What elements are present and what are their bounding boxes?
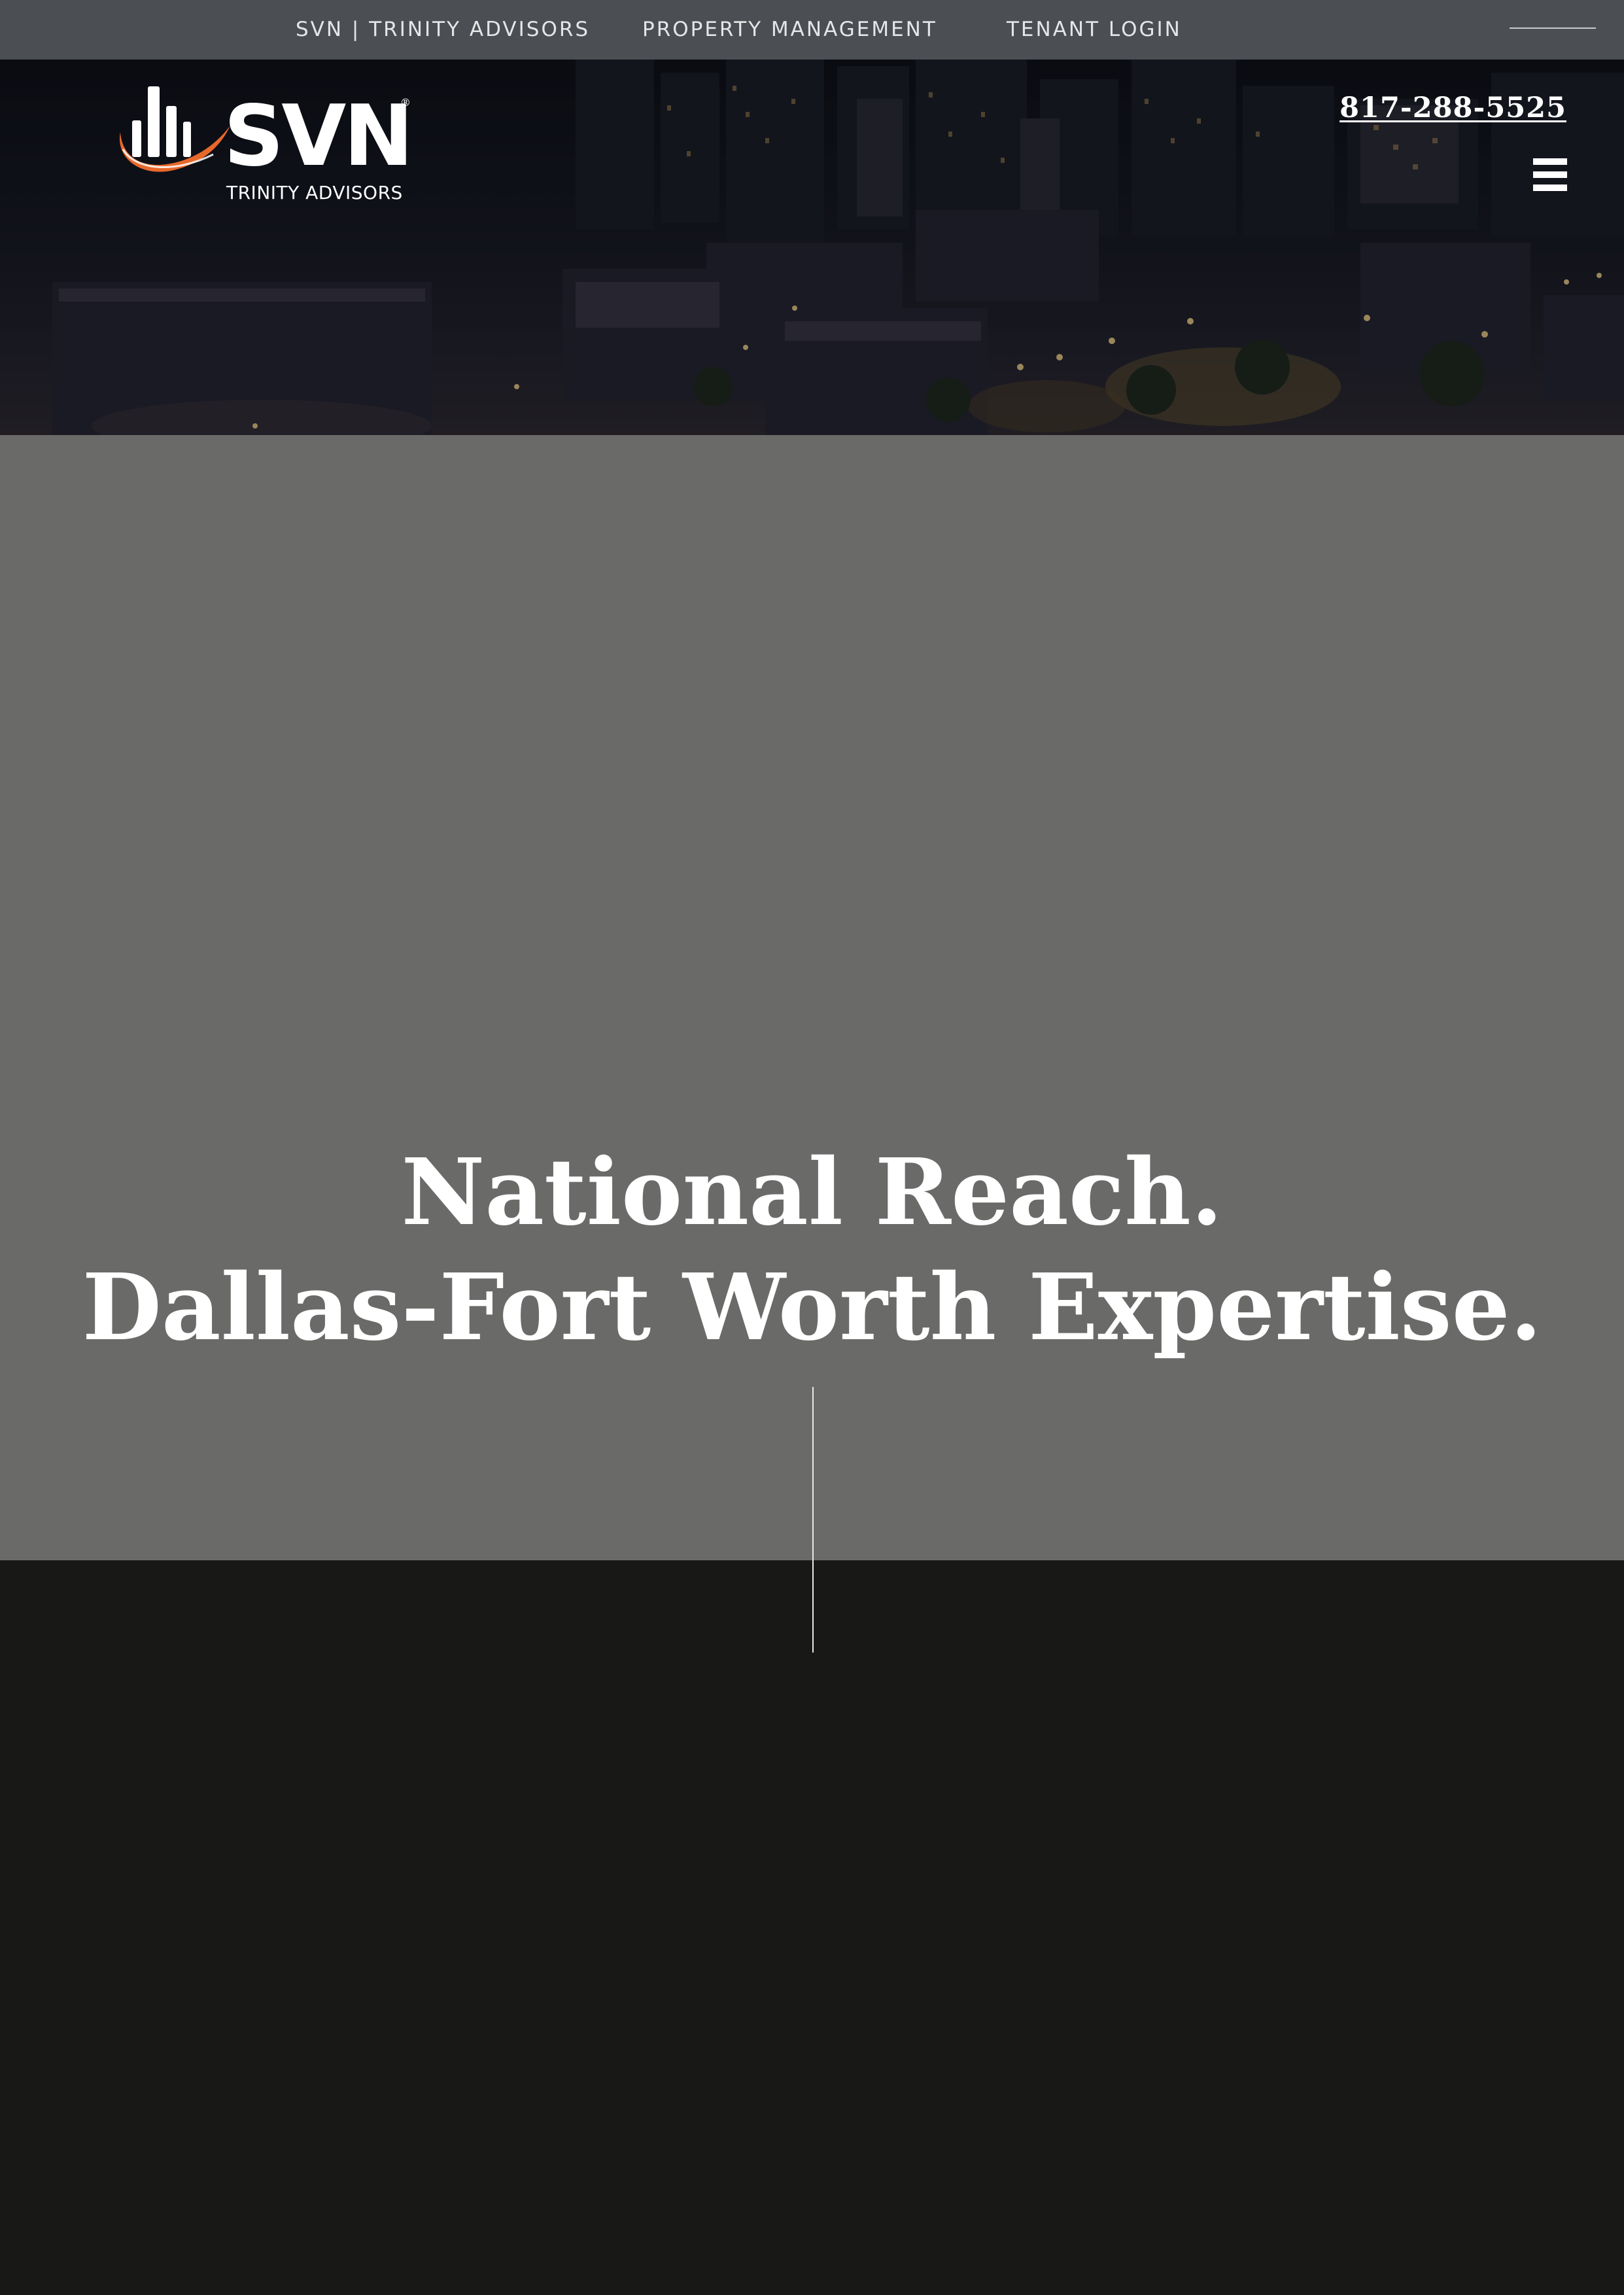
top-utility-bar: SVN | TRINITY ADVISORS PROPERTY MANAGEME… (0, 0, 1624, 60)
hamburger-bar (1533, 184, 1567, 191)
svg-text:TRINITY ADVISORS: TRINITY ADVISORS (226, 182, 403, 203)
topbar-link-svn-trinity-advisors[interactable]: SVN | TRINITY ADVISORS (296, 0, 590, 60)
hero-headline: National Reach. Dallas-Fort Worth Expert… (0, 1135, 1624, 1365)
hamburger-menu-icon[interactable] (1533, 157, 1568, 192)
svg-text:®: ® (400, 96, 409, 109)
topbar-link-tenant-login[interactable]: TENANT LOGIN (1007, 0, 1182, 60)
hero-headline-line-2: Dallas-Fort Worth Expertise. (82, 1254, 1542, 1361)
logo-image: SVN ® TRINITY ADVISORS (119, 86, 409, 203)
svn-trinity-advisors-logo[interactable]: SVN ® TRINITY ADVISORS (115, 86, 409, 204)
svg-text:SVN: SVN (224, 88, 409, 185)
hero-headline-line-1: National Reach. (401, 1139, 1223, 1246)
topbar-divider-line (1510, 27, 1596, 29)
topbar-link-property-management[interactable]: PROPERTY MANAGEMENT (642, 0, 937, 60)
hamburger-bar (1533, 171, 1567, 178)
phone-number-link[interactable]: 817-288-5525 (1339, 92, 1566, 124)
lower-content-section (0, 1560, 1624, 2295)
scroll-indicator-line (812, 1387, 814, 1653)
hamburger-bar (1533, 158, 1567, 165)
